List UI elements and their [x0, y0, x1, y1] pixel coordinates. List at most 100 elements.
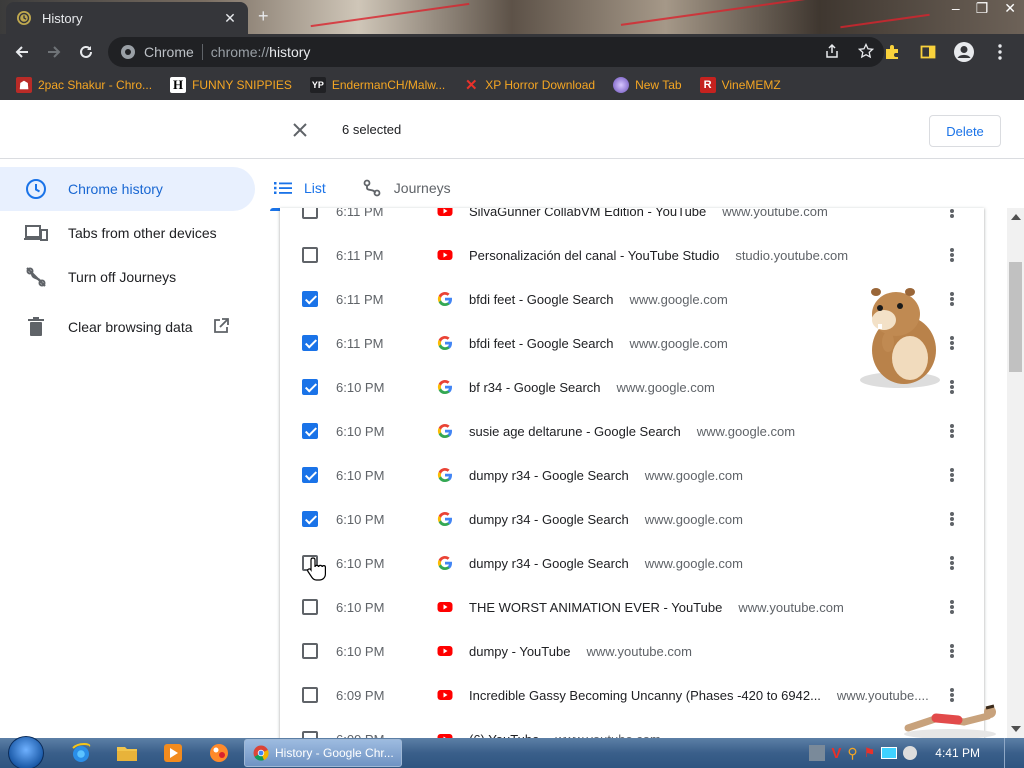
history-row[interactable]: 6:11 PM SilvaGunner CollabVM Edition - Yo… [280, 208, 984, 233]
scrollbar[interactable] [1007, 208, 1024, 738]
row-checkbox[interactable] [302, 247, 318, 263]
taskbar-chrome-window[interactable]: History - Google Chr... [244, 739, 402, 767]
close-tab-icon[interactable]: ✕ [222, 10, 238, 27]
bookmark-1[interactable]: H FUNNY SNIPPIES [170, 77, 292, 93]
row-checkbox[interactable] [302, 643, 318, 659]
taskbar-app-button[interactable] [198, 740, 240, 766]
row-entry[interactable]: dumpy - YouTube www.youtube.com [469, 644, 692, 659]
row-more-icon[interactable] [944, 379, 960, 395]
history-row[interactable]: 6:09 PM Incredible Gassy Becoming Uncanny… [280, 673, 984, 717]
row-more-icon[interactable] [944, 247, 960, 263]
sidebar-item-chrome-history[interactable]: Chrome history [0, 167, 255, 211]
taskbar-media-button[interactable] [152, 740, 194, 766]
minimize-icon[interactable]: – [952, 0, 960, 17]
back-button[interactable] [6, 36, 38, 68]
row-checkbox[interactable] [302, 291, 318, 307]
history-row[interactable]: 6:09 PM(6) YouTubewww.youtube.com [280, 717, 984, 738]
row-checkbox[interactable] [302, 423, 318, 439]
forward-button[interactable] [38, 36, 70, 68]
row-entry[interactable]: dumpy r34 - Google Search www.google.com [469, 556, 743, 571]
row-more-icon[interactable] [944, 335, 960, 351]
tray-app-icon[interactable] [809, 745, 826, 761]
history-row[interactable]: 6:10 PM THE WORST ANIMATION EVER - YouTub… [280, 585, 984, 629]
bookmark-2[interactable]: YP EndermanCH/Malw... [309, 77, 445, 93]
row-title[interactable]: susie age deltarune - Google Search [469, 424, 681, 439]
row-title[interactable]: bfdi feet - Google Search [469, 336, 614, 351]
row-checkbox[interactable] [302, 599, 318, 615]
row-title[interactable]: bf r34 - Google Search [469, 380, 601, 395]
clear-selection-icon[interactable] [290, 120, 310, 140]
row-more-icon[interactable] [944, 511, 960, 527]
row-entry[interactable]: dumpy r34 - Google Search www.google.com [469, 468, 743, 483]
row-entry[interactable]: bfdi feet - Google Search www.google.com [469, 336, 728, 351]
row-title[interactable]: Personalización del canal - YouTube Stud… [469, 248, 719, 263]
scrollbar-thumb[interactable] [1009, 262, 1022, 372]
scroll-down-icon[interactable] [1011, 726, 1021, 732]
extensions-button[interactable] [876, 36, 908, 68]
row-title[interactable]: THE WORST ANIMATION EVER - YouTube [469, 600, 722, 615]
row-more-icon[interactable] [944, 643, 960, 659]
tab-list[interactable]: List [270, 167, 330, 211]
tray-monitor-icon[interactable] [881, 747, 898, 759]
start-button[interactable] [8, 736, 44, 768]
row-checkbox[interactable] [302, 687, 318, 703]
row-more-icon[interactable] [944, 291, 960, 307]
bookmark-5[interactable]: R VineMEMZ [699, 77, 781, 93]
sidebar-item-turn-off-journeys[interactable]: Turn off Journeys [0, 255, 255, 299]
address-bar[interactable]: Chrome chrome://history [108, 37, 884, 67]
row-title[interactable]: bfdi feet - Google Search [469, 292, 614, 307]
side-panel-button[interactable] [912, 36, 944, 68]
taskbar-ie-button[interactable] [60, 740, 102, 766]
browser-tab[interactable]: History ✕ [6, 2, 248, 34]
history-row[interactable]: 6:10 PM dumpy - YouTube www.youtube.com [280, 629, 984, 673]
maximize-icon[interactable]: ❐ [976, 0, 989, 17]
row-checkbox[interactable] [302, 379, 318, 395]
bookmark-0[interactable]: ☗ 2pac Shakur - Chro... [16, 77, 152, 93]
share-icon[interactable] [824, 43, 840, 59]
menu-button[interactable] [984, 36, 1016, 68]
star-icon[interactable] [858, 43, 874, 59]
taskbar-explorer-button[interactable] [106, 740, 148, 766]
tray-flag-icon[interactable]: ⚑ [864, 745, 876, 761]
row-title[interactable]: dumpy r34 - Google Search [469, 556, 629, 571]
new-tab-icon[interactable]: + [258, 6, 269, 27]
row-checkbox[interactable] [302, 731, 318, 738]
reload-button[interactable] [70, 36, 102, 68]
row-title[interactable]: dumpy - YouTube [469, 644, 570, 659]
row-checkbox[interactable] [302, 335, 318, 351]
profile-button[interactable] [948, 36, 980, 68]
tray-volume-icon[interactable] [903, 746, 918, 760]
tray-v-icon[interactable]: V [831, 745, 841, 762]
row-entry[interactable]: SilvaGunner CollabVM Edition - YouTube ww… [469, 208, 828, 219]
scroll-up-icon[interactable] [1011, 214, 1021, 220]
sidebar-item-tabs-from-other-devices[interactable]: Tabs from other devices [0, 211, 255, 255]
close-window-icon[interactable]: ✕ [1004, 0, 1016, 17]
row-more-icon[interactable] [944, 208, 960, 219]
history-row[interactable]: 6:10 PM susie age deltarune - Google Sear… [280, 409, 984, 453]
row-entry[interactable]: Incredible Gassy Becoming Uncanny (Phase… [469, 688, 929, 703]
delete-button[interactable]: Delete [929, 115, 1001, 147]
history-row[interactable]: 6:10 PM dumpy r34 - Google Search www.goog… [280, 453, 984, 497]
row-entry[interactable]: susie age deltarune - Google Search www.g… [469, 424, 795, 439]
row-title[interactable]: SilvaGunner CollabVM Edition - YouTube [469, 208, 706, 219]
row-more-icon[interactable] [944, 555, 960, 571]
row-entry[interactable]: bfdi feet - Google Search www.google.com [469, 292, 728, 307]
row-entry[interactable]: THE WORST ANIMATION EVER - YouTube www.yo… [469, 600, 844, 615]
row-checkbox[interactable] [302, 467, 318, 483]
row-more-icon[interactable] [944, 467, 960, 483]
row-checkbox[interactable] [302, 208, 318, 219]
history-row[interactable]: 6:10 PM dumpy r34 - Google Search www.goog… [280, 497, 984, 541]
bookmark-4[interactable]: New Tab [613, 77, 682, 93]
bookmark-3[interactable]: ✕ XP Horror Download [463, 77, 595, 94]
row-title[interactable]: Incredible Gassy Becoming Uncanny (Phase… [469, 688, 821, 703]
taskbar-clock[interactable]: 4:41 PM [935, 746, 980, 760]
row-more-icon[interactable] [944, 599, 960, 615]
sidebar-item-clear-browsing-data[interactable]: Clear browsing data [0, 305, 255, 349]
row-title[interactable]: dumpy r34 - Google Search [469, 468, 629, 483]
row-entry[interactable]: bf r34 - Google Search www.google.com [469, 380, 715, 395]
history-row[interactable]: 6:11 PM Personalización del canal - YouTu… [280, 233, 984, 277]
history-row[interactable]: 6:10 PM dumpy r34 - Google Search www.goog… [280, 541, 984, 585]
tab-journeys[interactable]: Journeys [358, 167, 455, 209]
row-entry[interactable]: dumpy r34 - Google Search www.google.com [469, 512, 743, 527]
row-more-icon[interactable] [944, 423, 960, 439]
